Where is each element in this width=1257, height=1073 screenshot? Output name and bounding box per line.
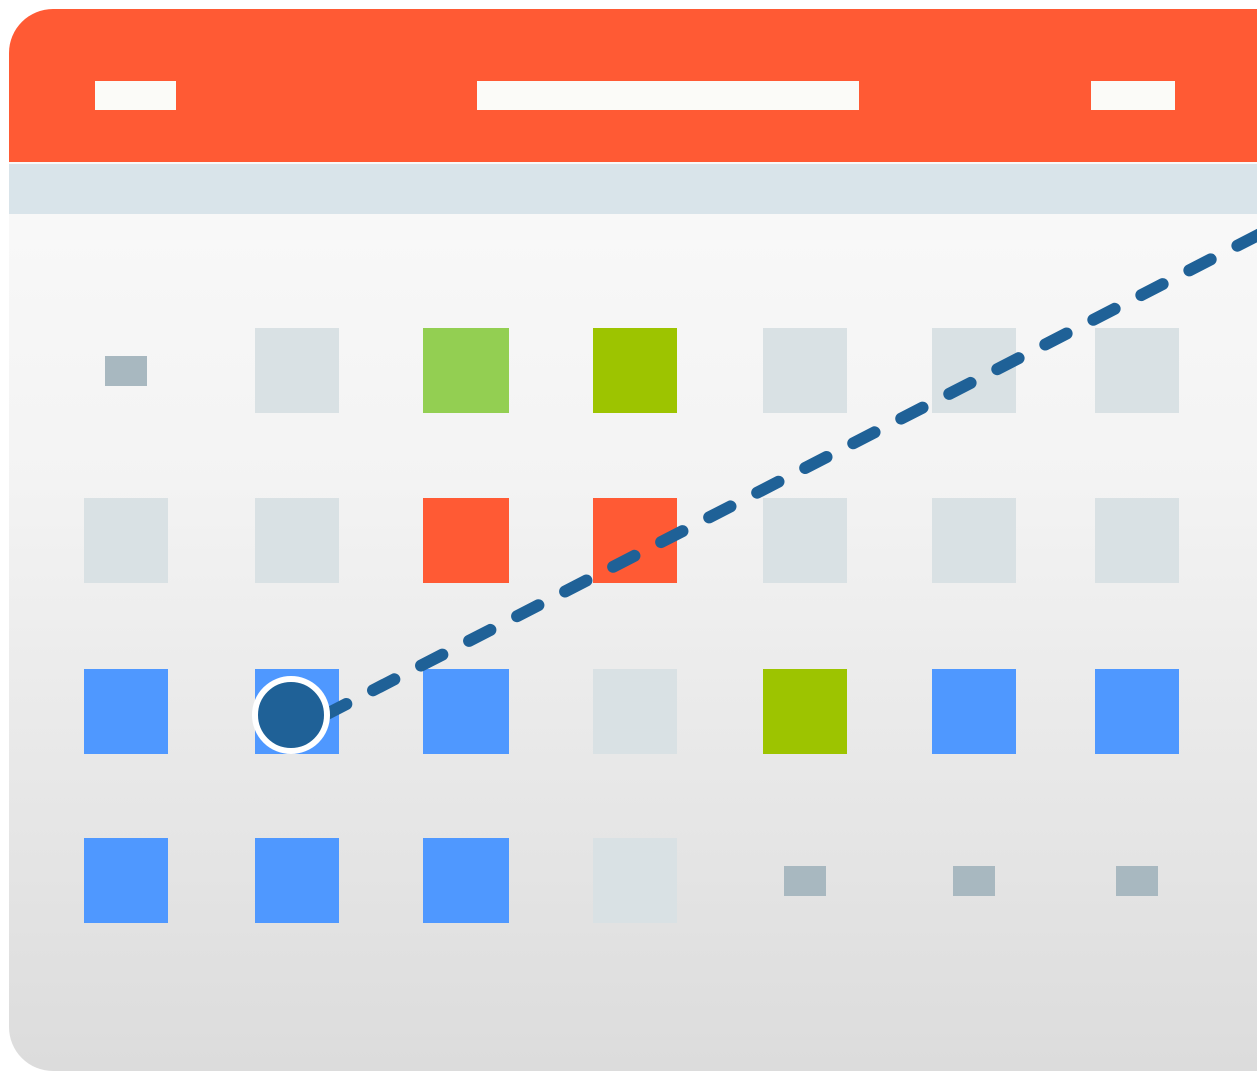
calendar-day-cell — [1095, 669, 1179, 754]
calendar-header — [9, 9, 1257, 162]
calendar-day-cell — [932, 498, 1016, 583]
calendar-icon — [9, 9, 1257, 1071]
header-center-bar — [477, 81, 859, 110]
calendar-day-cell — [1095, 498, 1179, 583]
calendar-icon-stage — [0, 0, 1257, 1073]
calendar-day-cell — [1095, 328, 1179, 413]
header-right-bar — [1091, 81, 1175, 110]
calendar-day-cell — [593, 669, 677, 754]
calendar-day-cell — [423, 669, 509, 754]
calendar-day-cell — [255, 838, 339, 923]
calendar-day-cell — [593, 838, 677, 923]
calendar-day-cell — [932, 328, 1016, 413]
inactive-day-marker — [784, 865, 826, 896]
weekday-strip — [9, 164, 1257, 214]
calendar-day-cell — [593, 498, 677, 583]
calendar-day-cell — [423, 838, 509, 923]
calendar-day-cell — [255, 498, 339, 583]
calendar-day-cell — [763, 669, 847, 754]
calendar-day-cell — [255, 669, 339, 754]
header-left-bar — [95, 81, 176, 110]
calendar-day-cell — [423, 328, 509, 413]
calendar-day-cell — [255, 328, 339, 413]
calendar-day-cell — [84, 498, 168, 583]
calendar-day-cell — [932, 669, 1016, 754]
calendar-day-cell — [84, 669, 168, 754]
calendar-day-cell — [763, 498, 847, 583]
calendar-day-cell — [593, 328, 677, 413]
calendar-day-cell — [84, 838, 168, 923]
inactive-day-marker — [1116, 865, 1158, 896]
calendar-day-cell — [763, 328, 847, 413]
inactive-day-marker — [953, 865, 995, 896]
inactive-day-marker — [105, 355, 147, 386]
calendar-day-cell — [423, 498, 509, 583]
